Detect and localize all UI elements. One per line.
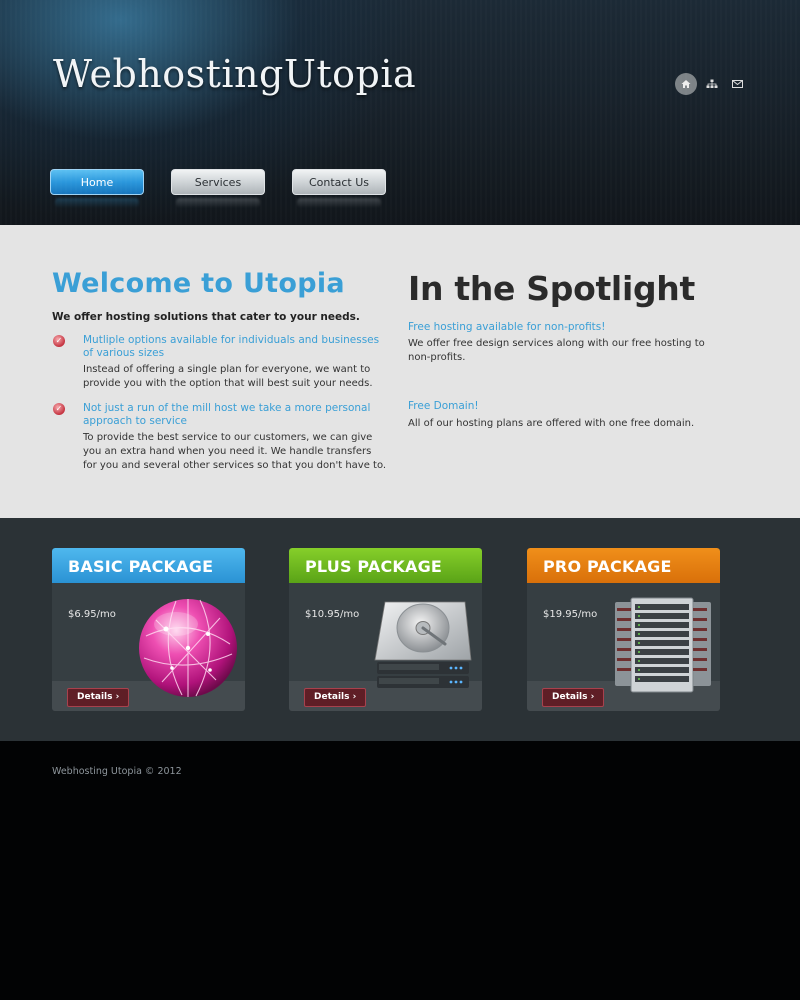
package-price: $6.95/mo bbox=[68, 609, 116, 620]
package-title: BASIC PACKAGE bbox=[52, 548, 245, 583]
site-logo[interactable]: WebhostingUtopia bbox=[53, 52, 416, 96]
package-price: $10.95/mo bbox=[305, 609, 360, 620]
spotlight-heading[interactable]: Free hosting available for non-profits! bbox=[408, 321, 605, 333]
site-header: WebhostingUtopia Home Services Contact U… bbox=[0, 0, 800, 225]
footer-copyright: Webhosting Utopia © 2012 bbox=[52, 766, 182, 777]
mail-icon[interactable] bbox=[726, 73, 748, 95]
nav-services-label: Services bbox=[194, 176, 242, 189]
details-button[interactable]: Details › bbox=[304, 688, 367, 707]
globe-icon bbox=[139, 599, 237, 697]
packages-section: BASIC PACKAGE $6.95/mo Details › PLUS PA… bbox=[0, 518, 800, 741]
sitemap-icon[interactable] bbox=[701, 73, 723, 95]
spotlight-body: All of our hosting plans are offered wit… bbox=[408, 418, 695, 429]
nav-home-label: Home bbox=[80, 176, 114, 189]
package-card-pro: PRO PACKAGE $19.95/mo Details › bbox=[527, 548, 720, 711]
nav-contact-label: Contact Us bbox=[308, 176, 370, 189]
home-icon[interactable] bbox=[675, 73, 697, 95]
details-button[interactable]: Details › bbox=[67, 688, 130, 707]
spotlight-heading[interactable]: Free Domain! bbox=[408, 400, 479, 412]
welcome-subtitle: We offer hosting solutions that cater to… bbox=[52, 311, 360, 323]
main-content: Welcome to Utopia We offer hosting solut… bbox=[0, 225, 800, 518]
feature-title: Mutliple options available for individua… bbox=[83, 334, 380, 359]
nav-services-button[interactable]: Services bbox=[171, 169, 265, 208]
feature-body: To provide the best service to our custo… bbox=[83, 432, 387, 471]
spotlight-title: In the Spotlight bbox=[408, 269, 695, 308]
check-icon: ✓ bbox=[53, 403, 65, 415]
server-rack-icon bbox=[615, 597, 711, 693]
spotlight-body: We offer free design services along with… bbox=[408, 338, 705, 363]
welcome-title: Welcome to Utopia bbox=[52, 268, 345, 299]
check-icon: ✓ bbox=[53, 335, 65, 347]
package-card-plus: PLUS PACKAGE $10.95/mo Details › bbox=[289, 548, 482, 711]
package-title: PLUS PACKAGE bbox=[289, 548, 482, 583]
nav-contact-button[interactable]: Contact Us bbox=[292, 169, 386, 208]
details-button[interactable]: Details › bbox=[542, 688, 605, 707]
site-footer: Webhosting Utopia © 2012 bbox=[0, 741, 800, 1000]
feature-title: Not just a run of the mill host we take … bbox=[83, 402, 371, 427]
nav-home-button[interactable]: Home bbox=[50, 169, 144, 208]
feature-body: Instead of offering a single plan for ev… bbox=[83, 364, 373, 389]
package-price: $19.95/mo bbox=[543, 609, 598, 620]
package-card-basic: BASIC PACKAGE $6.95/mo Details › bbox=[52, 548, 245, 711]
package-title: PRO PACKAGE bbox=[527, 548, 720, 583]
hard-drive-icon bbox=[374, 601, 472, 688]
